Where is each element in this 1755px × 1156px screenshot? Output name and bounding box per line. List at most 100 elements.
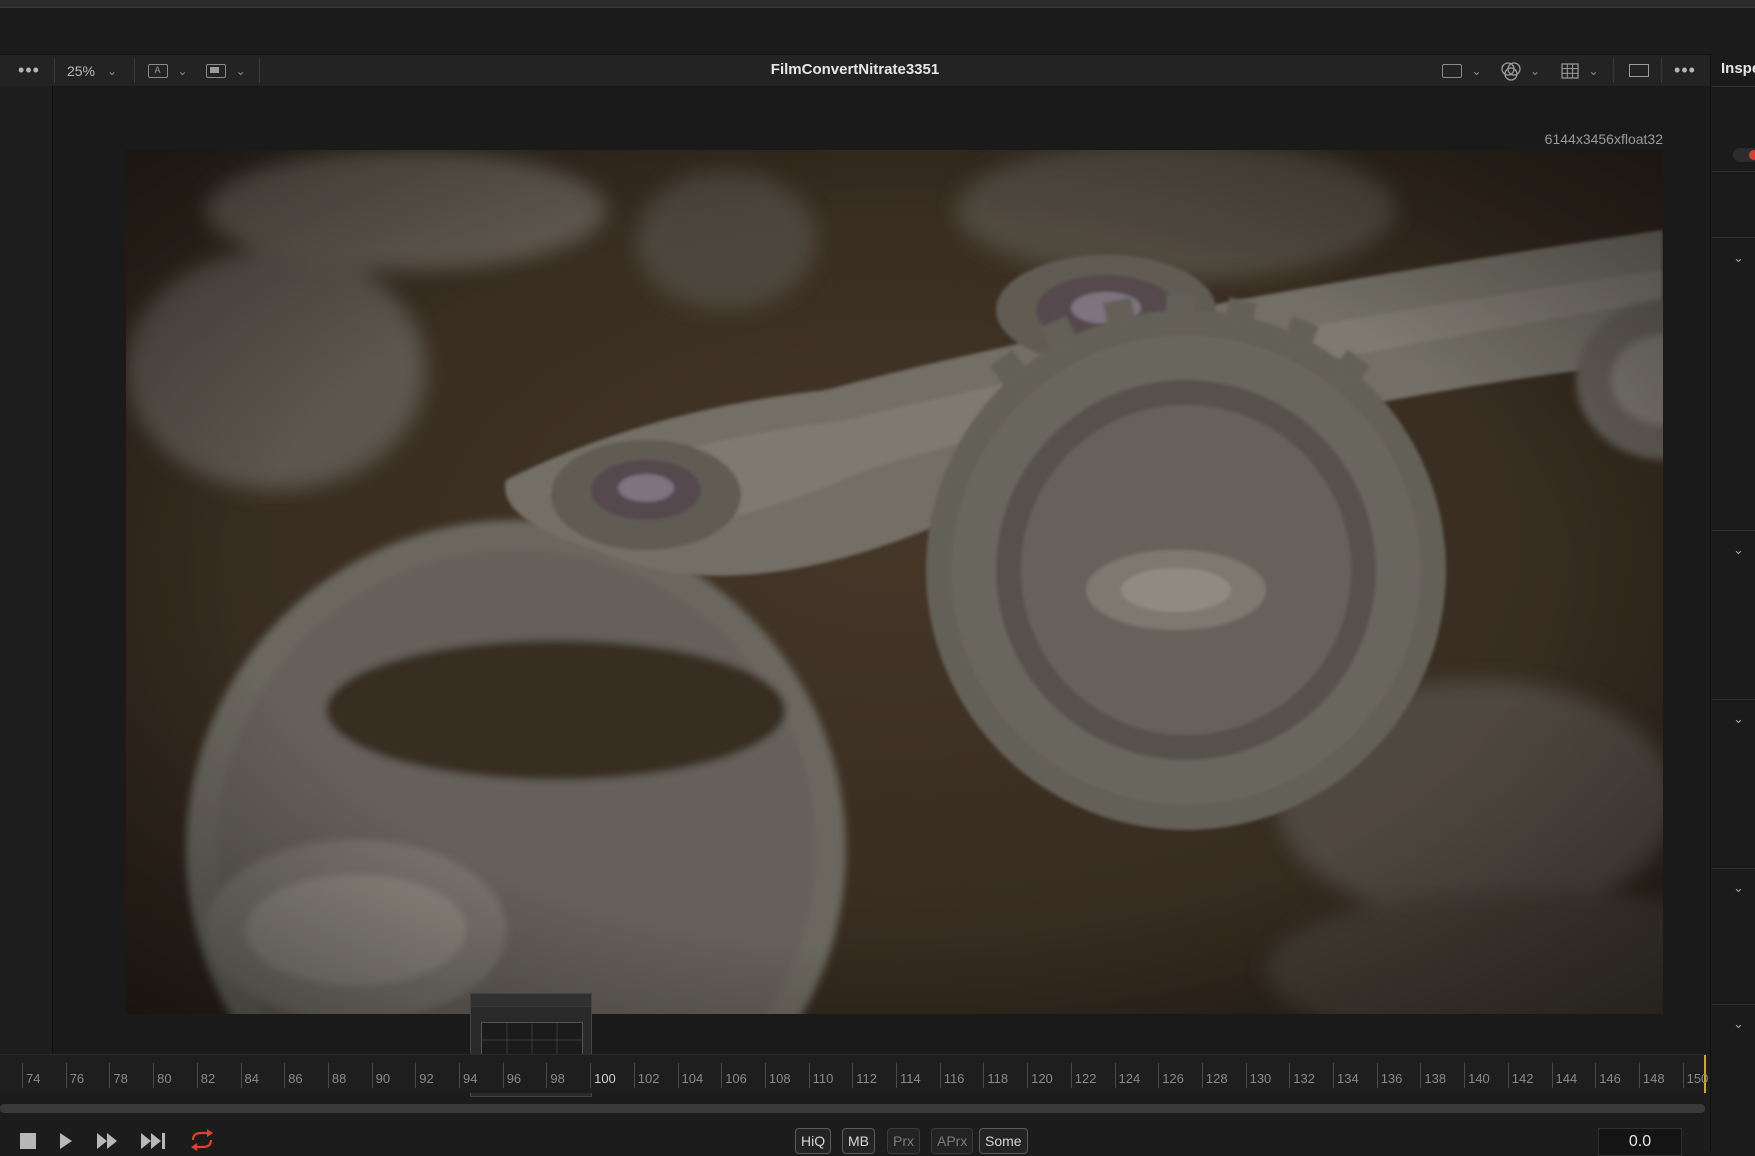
ruler-tick	[196, 1063, 198, 1088]
expand-chevron-icon[interactable]: ⌄	[1733, 542, 1744, 558]
chevron-down-icon: ⌄	[1529, 63, 1541, 78]
ruler-tick-label: 86	[288, 1071, 303, 1086]
ruler-tick	[1595, 1063, 1597, 1088]
ruler-tick-label: 88	[331, 1071, 347, 1086]
time-ruler[interactable]: 74 76 78 80 82 84 86 88 90 92 94 96 98 100 102 104 106 10…	[0, 1054, 1710, 1093]
expand-chevron-icon[interactable]: ⌄	[1733, 1016, 1744, 1032]
ruler-tick-label: 136	[1380, 1071, 1403, 1086]
auto-proxy-toggle[interactable]: APrx	[931, 1128, 974, 1154]
clockwork-gears-image	[126, 150, 1663, 1014]
ruler-tick	[1070, 1063, 1072, 1088]
viewer-canvas[interactable]: 6144x3456xfloat32	[53, 86, 1710, 1097]
inspector-divider	[1712, 171, 1755, 172]
toolbar-divider	[54, 58, 55, 83]
current-time-field[interactable]: 0.0	[1598, 1128, 1682, 1156]
viewer-options-menu-icon[interactable]: •••	[12, 55, 46, 86]
ruler-tick-label: 138	[1424, 1071, 1447, 1086]
ruler-tick-label: 148	[1642, 1071, 1665, 1086]
expand-chevron-icon[interactable]: ⌄	[1733, 880, 1744, 896]
transport-bar: HiQ MB Prx APrx Some 0.0	[0, 1114, 1710, 1156]
ruler-tick	[240, 1063, 242, 1088]
loop-icon[interactable]	[188, 1129, 216, 1151]
expand-chevron-icon[interactable]: ⌄	[1733, 711, 1744, 727]
ruler-tick	[939, 1063, 941, 1088]
ruler-tick	[415, 1063, 417, 1088]
ruler-tick-label: 122	[1074, 1071, 1097, 1086]
ruler-tick-label: 130	[1249, 1071, 1272, 1086]
chevron-down-icon: ⌄	[106, 63, 118, 78]
ruler-tick	[983, 1063, 985, 1088]
ruler-tick-label: 112	[856, 1071, 878, 1086]
ruler-tick-label: 82	[200, 1071, 216, 1086]
ruler-tick	[633, 1063, 635, 1088]
image-resolution-label: 6144x3456xfloat32	[1544, 131, 1663, 147]
chevron-down-icon: ⌄	[177, 63, 188, 78]
ruler-tick	[1507, 1063, 1509, 1088]
ruler-tick	[502, 1063, 504, 1088]
play-button[interactable]	[58, 1131, 74, 1151]
lut-icon	[1442, 63, 1463, 78]
ruler-tick-label: 142	[1511, 1071, 1534, 1086]
timeline-scrollbar[interactable]	[0, 1104, 1705, 1113]
ruler-tick-label: 146	[1599, 1071, 1621, 1086]
color-channels-button[interactable]: ⌄	[1496, 55, 1544, 86]
rgb-channels-icon	[1501, 61, 1521, 81]
ruler-tick-label: 144	[1555, 1071, 1578, 1086]
chevron-down-icon: ⌄	[235, 63, 246, 78]
go-to-end-button[interactable]	[139, 1131, 169, 1151]
inspector-divider	[1712, 530, 1755, 531]
display-lut-button[interactable]: ⌄	[1438, 55, 1486, 86]
ruler-tick	[1114, 1063, 1116, 1088]
ruler-tick	[1289, 1063, 1291, 1088]
ruler-tick	[153, 1063, 155, 1088]
ruler-tick	[327, 1063, 329, 1088]
ruler-tick	[284, 1063, 286, 1088]
viewer-more-menu-icon[interactable]: •••	[1668, 55, 1702, 86]
ruler-tick	[1551, 1063, 1553, 1088]
hiq-toggle[interactable]: HiQ	[795, 1128, 832, 1154]
inspector-title: Inspe	[1721, 60, 1755, 77]
record-indicator-icon	[1749, 150, 1755, 160]
ruler-tick	[590, 1063, 592, 1088]
ruler-tick-label: 124	[1118, 1071, 1141, 1086]
ruler-tick-label: 80	[157, 1071, 172, 1086]
toolbar-divider	[1661, 58, 1662, 83]
single-viewer-button[interactable]	[1625, 55, 1653, 86]
ruler-tick-label: 140	[1468, 1071, 1490, 1086]
ruler-tick	[1376, 1063, 1378, 1088]
ruler-tick-label: 76	[69, 1071, 85, 1086]
ruler-tick-label: 94	[463, 1071, 478, 1086]
ruler-tick-label: 100	[594, 1071, 616, 1086]
toolbar-divider	[1613, 58, 1614, 83]
selective-update-toggle[interactable]: Some	[979, 1128, 1028, 1154]
ruler-tick-label: 116	[943, 1071, 965, 1086]
fast-forward-button[interactable]	[95, 1131, 121, 1151]
ruler-tick	[808, 1063, 810, 1088]
viewer-image	[126, 150, 1663, 1014]
ruler-tick	[1682, 1063, 1684, 1088]
grid-guides-button[interactable]: ⌄	[1556, 55, 1604, 86]
roi-icon	[206, 63, 227, 78]
ruler-tick-label: 110	[812, 1071, 834, 1086]
motion-blur-toggle[interactable]: MB	[842, 1128, 875, 1154]
top-bar	[0, 8, 1755, 54]
ruler-tick-label: 118	[987, 1071, 1009, 1086]
proxy-toggle[interactable]: Prx	[887, 1128, 920, 1154]
ruler-tick-label: 102	[637, 1071, 660, 1086]
zoom-dropdown[interactable]: 25% ⌄	[62, 55, 122, 86]
buffer-a-button[interactable]: ⌄	[144, 55, 192, 86]
viewer-layout-icon	[1629, 64, 1649, 77]
expand-chevron-icon[interactable]: ⌄	[1733, 250, 1744, 266]
ruler-tick-label: 108	[768, 1071, 791, 1086]
stop-button[interactable]	[20, 1133, 36, 1149]
roi-button[interactable]: ⌄	[202, 55, 250, 86]
ruler-tick-label: 120	[1031, 1071, 1053, 1086]
ruler-tick-label: 126	[1162, 1071, 1184, 1086]
ruler-tick	[1420, 1063, 1422, 1088]
ruler-tick-label: 84	[244, 1071, 259, 1086]
ruler-tick	[1201, 1063, 1203, 1088]
left-side-panel	[0, 86, 53, 1054]
ruler-tick	[764, 1063, 766, 1088]
ruler-tick-label: 128	[1205, 1071, 1228, 1086]
ruler-tick-label: 78	[113, 1071, 128, 1086]
